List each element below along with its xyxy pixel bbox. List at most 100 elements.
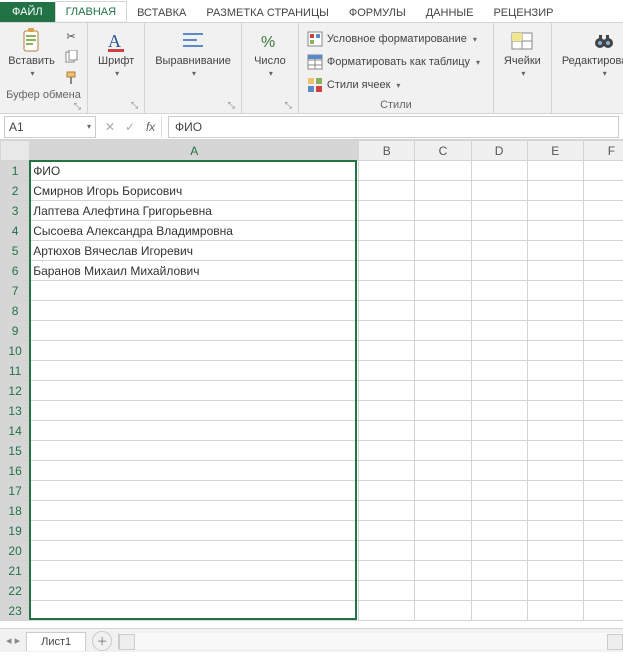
cell[interactable] <box>527 601 583 621</box>
cell[interactable] <box>527 301 583 321</box>
row-header[interactable]: 4 <box>1 221 30 241</box>
cell[interactable] <box>30 301 359 321</box>
cell[interactable] <box>30 501 359 521</box>
cell[interactable] <box>527 421 583 441</box>
column-header[interactable]: E <box>527 141 583 161</box>
cell[interactable] <box>583 581 623 601</box>
accept-formula-button[interactable]: ✓ <box>120 120 140 134</box>
cell[interactable] <box>527 341 583 361</box>
cell[interactable] <box>471 221 527 241</box>
row-header[interactable]: 7 <box>1 281 30 301</box>
cell[interactable] <box>527 381 583 401</box>
row-header[interactable]: 22 <box>1 581 30 601</box>
cell[interactable] <box>583 401 623 421</box>
cell[interactable] <box>583 281 623 301</box>
tab-insert[interactable]: ВСТАВКА <box>127 3 196 22</box>
cell[interactable] <box>359 501 415 521</box>
cell[interactable] <box>527 461 583 481</box>
cell[interactable] <box>583 521 623 541</box>
cell[interactable] <box>527 481 583 501</box>
row-header[interactable]: 3 <box>1 201 30 221</box>
cell[interactable] <box>527 201 583 221</box>
tab-home[interactable]: ГЛАВНАЯ <box>55 1 127 22</box>
cell[interactable] <box>527 241 583 261</box>
cell[interactable] <box>583 201 623 221</box>
cell[interactable] <box>415 601 471 621</box>
cell[interactable] <box>583 321 623 341</box>
cell[interactable] <box>415 461 471 481</box>
cell[interactable] <box>359 381 415 401</box>
cell[interactable] <box>471 441 527 461</box>
cell[interactable] <box>359 321 415 341</box>
dialog-launcher-icon[interactable]: ⤡ <box>285 100 292 111</box>
alignment-button[interactable]: Выравнивание ▾ <box>151 27 235 80</box>
cell[interactable] <box>415 281 471 301</box>
column-header[interactable]: C <box>415 141 471 161</box>
copy-button[interactable] <box>61 48 81 66</box>
sheet-nav[interactable]: ◂ ▸ <box>0 634 26 647</box>
cell[interactable] <box>359 601 415 621</box>
cell[interactable] <box>30 481 359 501</box>
cell[interactable] <box>359 261 415 281</box>
cell[interactable] <box>471 341 527 361</box>
cell[interactable] <box>583 441 623 461</box>
cell[interactable] <box>583 461 623 481</box>
cell[interactable] <box>527 501 583 521</box>
cell[interactable] <box>527 541 583 561</box>
cell[interactable] <box>359 281 415 301</box>
cell[interactable] <box>583 561 623 581</box>
horizontal-scrollbar[interactable] <box>118 633 623 649</box>
cell[interactable] <box>415 541 471 561</box>
cell[interactable]: Лаптева Алефтина Григорьевна <box>30 201 359 221</box>
cell[interactable] <box>583 501 623 521</box>
cell[interactable] <box>583 341 623 361</box>
cell[interactable] <box>415 441 471 461</box>
cell[interactable] <box>527 441 583 461</box>
cell[interactable] <box>471 201 527 221</box>
cell[interactable] <box>415 181 471 201</box>
cell[interactable]: Артюхов Вячеслав Игоревич <box>30 241 359 261</box>
tab-file[interactable]: ФАЙЛ <box>0 2 55 22</box>
row-header[interactable]: 11 <box>1 361 30 381</box>
cell[interactable] <box>359 341 415 361</box>
cell[interactable] <box>583 381 623 401</box>
row-header[interactable]: 16 <box>1 461 30 481</box>
cell[interactable] <box>527 561 583 581</box>
row-header[interactable]: 17 <box>1 481 30 501</box>
cell[interactable] <box>415 261 471 281</box>
row-header[interactable]: 5 <box>1 241 30 261</box>
cell[interactable] <box>415 581 471 601</box>
cell[interactable] <box>471 261 527 281</box>
font-button[interactable]: A Шрифт ▾ <box>94 27 138 80</box>
cell[interactable]: ФИО <box>30 161 359 181</box>
cell[interactable] <box>527 401 583 421</box>
cell[interactable] <box>527 261 583 281</box>
cell[interactable] <box>471 241 527 261</box>
row-header[interactable]: 2 <box>1 181 30 201</box>
cell[interactable] <box>471 301 527 321</box>
cell[interactable] <box>30 341 359 361</box>
cut-button[interactable]: ✂ <box>61 27 81 45</box>
cell[interactable] <box>30 461 359 481</box>
cell[interactable] <box>471 401 527 421</box>
cell[interactable] <box>471 181 527 201</box>
cell[interactable] <box>471 421 527 441</box>
tab-review[interactable]: РЕЦЕНЗИР <box>483 3 563 22</box>
cell[interactable]: Баранов Михаил Михайлович <box>30 261 359 281</box>
cell[interactable] <box>471 281 527 301</box>
cell[interactable] <box>415 201 471 221</box>
cell[interactable] <box>415 301 471 321</box>
cell[interactable] <box>583 181 623 201</box>
cell[interactable] <box>471 361 527 381</box>
column-header[interactable]: D <box>471 141 527 161</box>
spreadsheet-grid[interactable]: ABCDEF1ФИО2Смирнов Игорь Борисович3Лапте… <box>0 140 623 628</box>
cell[interactable] <box>471 381 527 401</box>
cell[interactable] <box>415 241 471 261</box>
cell[interactable] <box>359 481 415 501</box>
cell[interactable] <box>359 521 415 541</box>
cell[interactable] <box>415 381 471 401</box>
cell[interactable] <box>359 361 415 381</box>
format-painter-button[interactable] <box>61 69 81 87</box>
column-header[interactable]: A <box>30 141 359 161</box>
conditional-formatting-button[interactable]: Условное форматирование ▾ <box>305 30 482 48</box>
